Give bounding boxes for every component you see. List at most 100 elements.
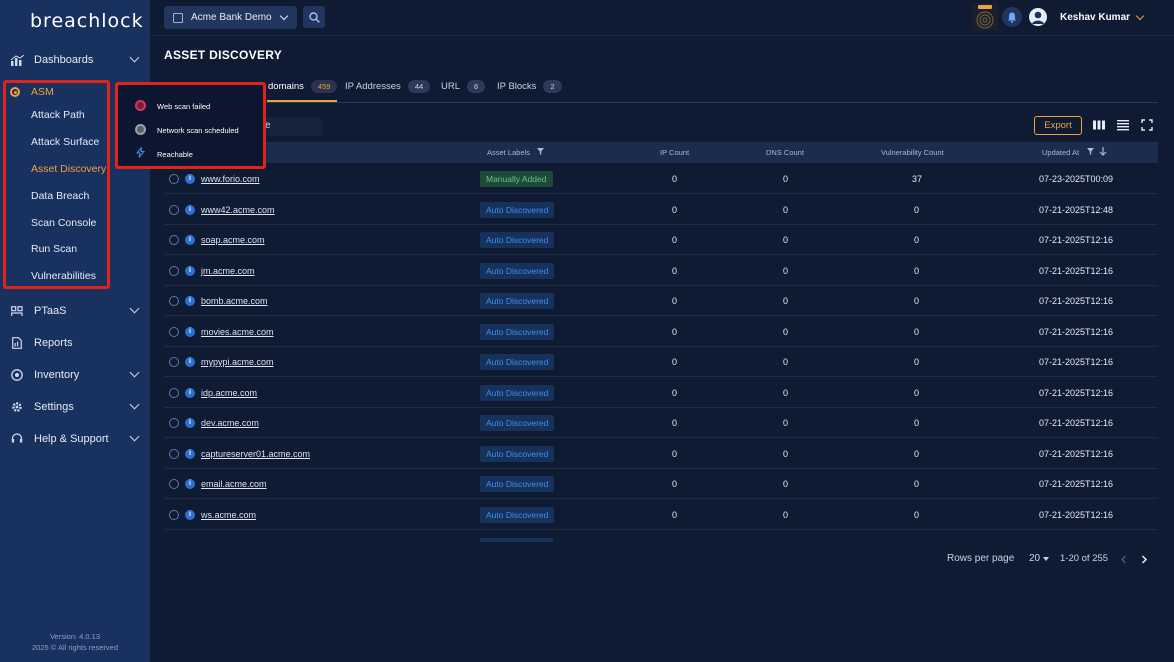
scan-status-icon[interactable] (169, 326, 179, 337)
updated-at-cell: 07-23-2025T00:09 (1039, 174, 1114, 184)
active-tab-indicator (267, 100, 337, 102)
asset-name-link[interactable]: mypypi.acme.com (201, 357, 274, 367)
breachlock-logo[interactable]: breachlock (30, 10, 144, 32)
col-updated-at[interactable]: Updated At (1042, 148, 1079, 157)
asset-name-link[interactable]: www.forio.com (201, 174, 260, 184)
dns-count-cell: 0 (783, 357, 789, 367)
scan-status-icon[interactable] (169, 174, 179, 184)
search-button[interactable] (303, 6, 325, 28)
scan-status-icon[interactable] (169, 448, 179, 459)
table-row[interactable]: i bomb.acme.com Auto Discovered 0 0 0 07-21-20… (164, 286, 1158, 316)
scan-status-icon[interactable] (169, 357, 179, 367)
info-icon[interactable]: i (185, 448, 195, 459)
tab-ip-addresses[interactable]: IP Addresses 44 (345, 80, 431, 93)
org-select[interactable]: Acme Bank Demo (164, 6, 297, 29)
dns-count-cell: 0 (783, 509, 789, 520)
vulnerability-count-cell: 0 (914, 326, 920, 337)
col-vulnerability-count[interactable]: Vulnerability Count (881, 148, 944, 157)
scan-status-icon[interactable] (169, 418, 179, 428)
nav-settings[interactable]: Settings (0, 394, 150, 420)
fingerprint-icon[interactable] (972, 3, 998, 31)
info-icon[interactable]: i (185, 174, 195, 184)
scan-status-icon[interactable] (169, 296, 179, 306)
table-row[interactable]: i movies.acme.com Auto Discovered 0 0 0 07-21-… (164, 316, 1158, 347)
info-icon[interactable]: i (185, 357, 195, 367)
info-icon[interactable]: i (185, 418, 195, 428)
ip-count-cell: 0 (672, 296, 678, 306)
filter-select[interactable]: ve (258, 117, 322, 136)
info-icon[interactable]: i (185, 265, 195, 276)
table-row[interactable]: i soap.acme.com Auto Discovered 0 0 0 07-21-20… (164, 225, 1158, 255)
info-icon[interactable]: i (185, 326, 195, 337)
col-ip-count[interactable]: IP Count (660, 148, 689, 157)
tab-ip-blocks-count: 2 (543, 80, 562, 93)
scan-status-icon[interactable] (169, 204, 179, 215)
headset-icon (10, 432, 24, 446)
dns-count-cell: 0 (783, 326, 789, 337)
asset-name-link[interactable]: captureserver01.acme.com (201, 449, 310, 459)
asset-name-link[interactable]: bomb.acme.com (201, 296, 268, 306)
table-row[interactable]: i www.forio.com Manually Added 0 0 37 07-23-20… (164, 164, 1158, 194)
col-asset-labels[interactable]: Asset Labels (487, 148, 530, 157)
scan-status-icon[interactable] (169, 479, 179, 489)
asset-label-badge: Auto Discovered (480, 384, 555, 401)
scan-status-icon[interactable] (169, 509, 179, 520)
vulnerability-count-cell: 0 (914, 479, 920, 489)
nav-dashboards[interactable]: Dashboards (0, 47, 150, 73)
asset-name-link[interactable]: soap.acme.com (201, 235, 265, 245)
nav-ptaas-label: PTaaS (34, 305, 67, 317)
fullscreen-icon[interactable] (1141, 119, 1153, 131)
filter-icon[interactable] (1087, 148, 1094, 155)
prev-page-icon[interactable] (1120, 555, 1127, 564)
scan-status-icon[interactable] (169, 387, 179, 398)
next-page-icon[interactable] (1141, 555, 1148, 564)
asset-name-link[interactable]: ws.acme.com (201, 510, 256, 520)
col-dns-count[interactable]: DNS Count (766, 148, 804, 157)
caret-down-icon[interactable] (1043, 557, 1049, 561)
tab-domains[interactable]: domains 459 (268, 80, 338, 93)
tab-ip-blocks[interactable]: IP Blocks 2 (497, 80, 562, 93)
table-row[interactable]: i jm.acme.com Auto Discovered 0 0 0 07-21-2025… (164, 255, 1158, 286)
vulnerability-count-cell: 0 (914, 204, 920, 215)
rows-per-page-select[interactable]: 20 (1029, 553, 1040, 564)
density-icon[interactable] (1117, 119, 1129, 131)
table-row[interactable]: i dev.acme.com Auto Discovered 0 0 0 07-21-202… (164, 408, 1158, 438)
info-icon[interactable]: i (185, 479, 195, 489)
table-row[interactable]: i email.acme.com Auto Discovered 0 0 0 07-21-2… (164, 469, 1158, 499)
chevron-down-icon[interactable] (1135, 11, 1145, 21)
info-icon[interactable]: i (185, 235, 195, 245)
table-row[interactable]: i www42.acme.com Auto Discovered 0 0 0 07-21-2… (164, 194, 1158, 225)
sort-desc-icon[interactable] (1099, 147, 1107, 156)
nav-inventory[interactable]: Inventory (0, 362, 150, 388)
columns-icon[interactable] (1093, 119, 1105, 131)
tab-url[interactable]: URL 6 (441, 80, 486, 93)
table-row[interactable]: i idp.acme.com Auto Discovered 0 0 0 07-21-202… (164, 377, 1158, 408)
nav-help-support[interactable]: Help & Support (0, 426, 150, 452)
asset-name-link[interactable]: dev.acme.com (201, 418, 259, 428)
asset-name-link[interactable]: movies.acme.com (201, 327, 274, 337)
scan-status-icon[interactable] (169, 235, 179, 245)
scan-status-icon[interactable] (169, 265, 179, 276)
info-icon[interactable]: i (185, 509, 195, 520)
nav-reports[interactable]: Reports (0, 330, 150, 356)
inventory-icon (10, 368, 24, 382)
info-icon[interactable]: i (185, 387, 195, 398)
info-icon[interactable]: i (185, 204, 195, 215)
asset-name-link[interactable]: idp.acme.com (201, 388, 257, 398)
info-icon[interactable]: i (185, 296, 195, 306)
table-row[interactable]: i mypypi.acme.com Auto Discovered 0 0 0 07-21-… (164, 347, 1158, 377)
asset-label-badge: Auto Discovered (480, 415, 555, 431)
notifications-button[interactable] (1002, 7, 1022, 27)
nav-reports-label: Reports (34, 337, 73, 349)
asset-name-link[interactable]: email.acme.com (201, 479, 267, 489)
user-avatar[interactable] (1029, 8, 1047, 26)
asset-name-link[interactable]: jm.acme.com (201, 266, 255, 276)
dns-count-cell: 0 (783, 265, 789, 276)
table-row[interactable]: i ws.acme.com Auto Discovered 0 0 0 07-21-2025… (164, 499, 1158, 530)
nav-ptaas[interactable]: PTaaS (0, 298, 150, 324)
export-button[interactable]: Export (1034, 116, 1082, 135)
user-name[interactable]: Keshav Kumar (1060, 12, 1130, 23)
filter-icon[interactable] (537, 148, 544, 155)
asset-name-link[interactable]: www42.acme.com (201, 205, 275, 215)
table-row[interactable]: i captureserver01.acme.com Auto Discovered… (164, 438, 1158, 469)
